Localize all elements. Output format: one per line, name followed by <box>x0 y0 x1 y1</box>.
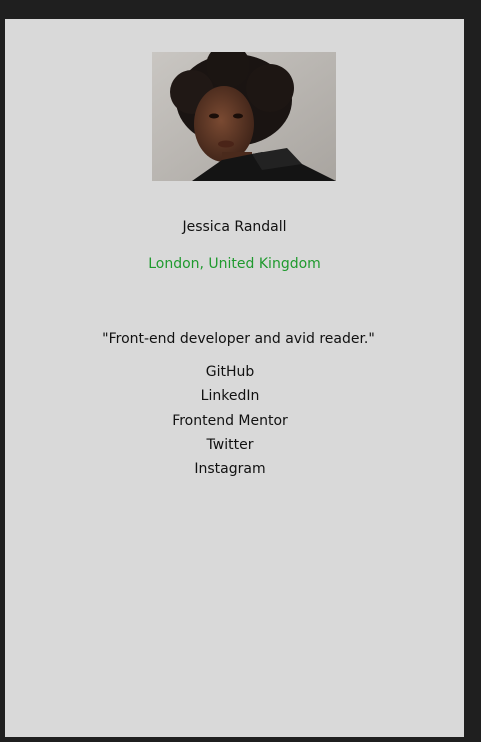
instagram-link[interactable]: Instagram <box>194 461 265 477</box>
profile-bio: "Front-end developer and avid reader." <box>102 331 375 347</box>
social-link-item: Frontend Mentor <box>5 409 455 433</box>
social-links-list: GitHub LinkedIn Frontend Mentor Twitter … <box>5 360 455 481</box>
portrait-image <box>152 52 336 181</box>
profile-card: Jessica Randall London, United Kingdom "… <box>5 19 464 737</box>
social-link-item: GitHub <box>5 360 455 384</box>
profile-location: London, United Kingdom <box>148 256 321 272</box>
frontend-mentor-link[interactable]: Frontend Mentor <box>172 413 288 429</box>
github-link[interactable]: GitHub <box>206 364 255 380</box>
linkedin-link[interactable]: LinkedIn <box>201 388 260 404</box>
social-link-item: Instagram <box>5 457 455 481</box>
social-link-item: LinkedIn <box>5 384 455 408</box>
profile-name: Jessica Randall <box>182 219 287 235</box>
profile-photo <box>152 52 336 181</box>
social-link-item: Twitter <box>5 433 455 457</box>
twitter-link[interactable]: Twitter <box>207 437 254 453</box>
